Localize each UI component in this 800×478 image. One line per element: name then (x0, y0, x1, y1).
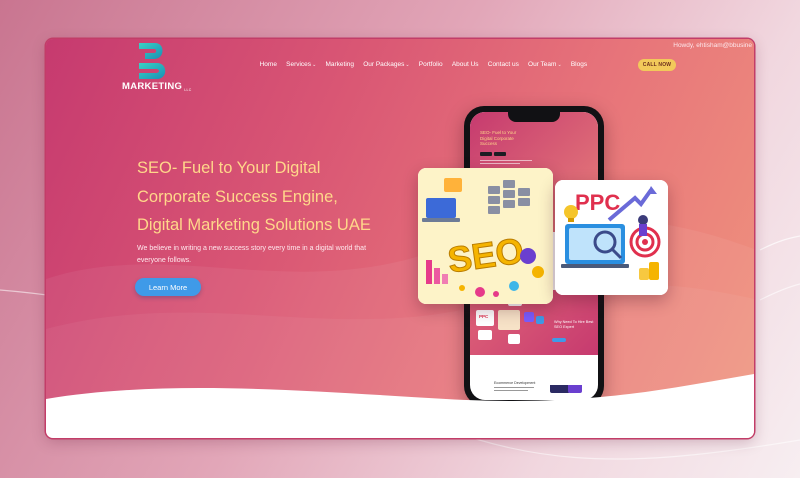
website-frame: Howdy, ehtisham@bbusine MARKETING LLC Hom… (46, 39, 754, 438)
section-divider-wave (46, 374, 754, 438)
